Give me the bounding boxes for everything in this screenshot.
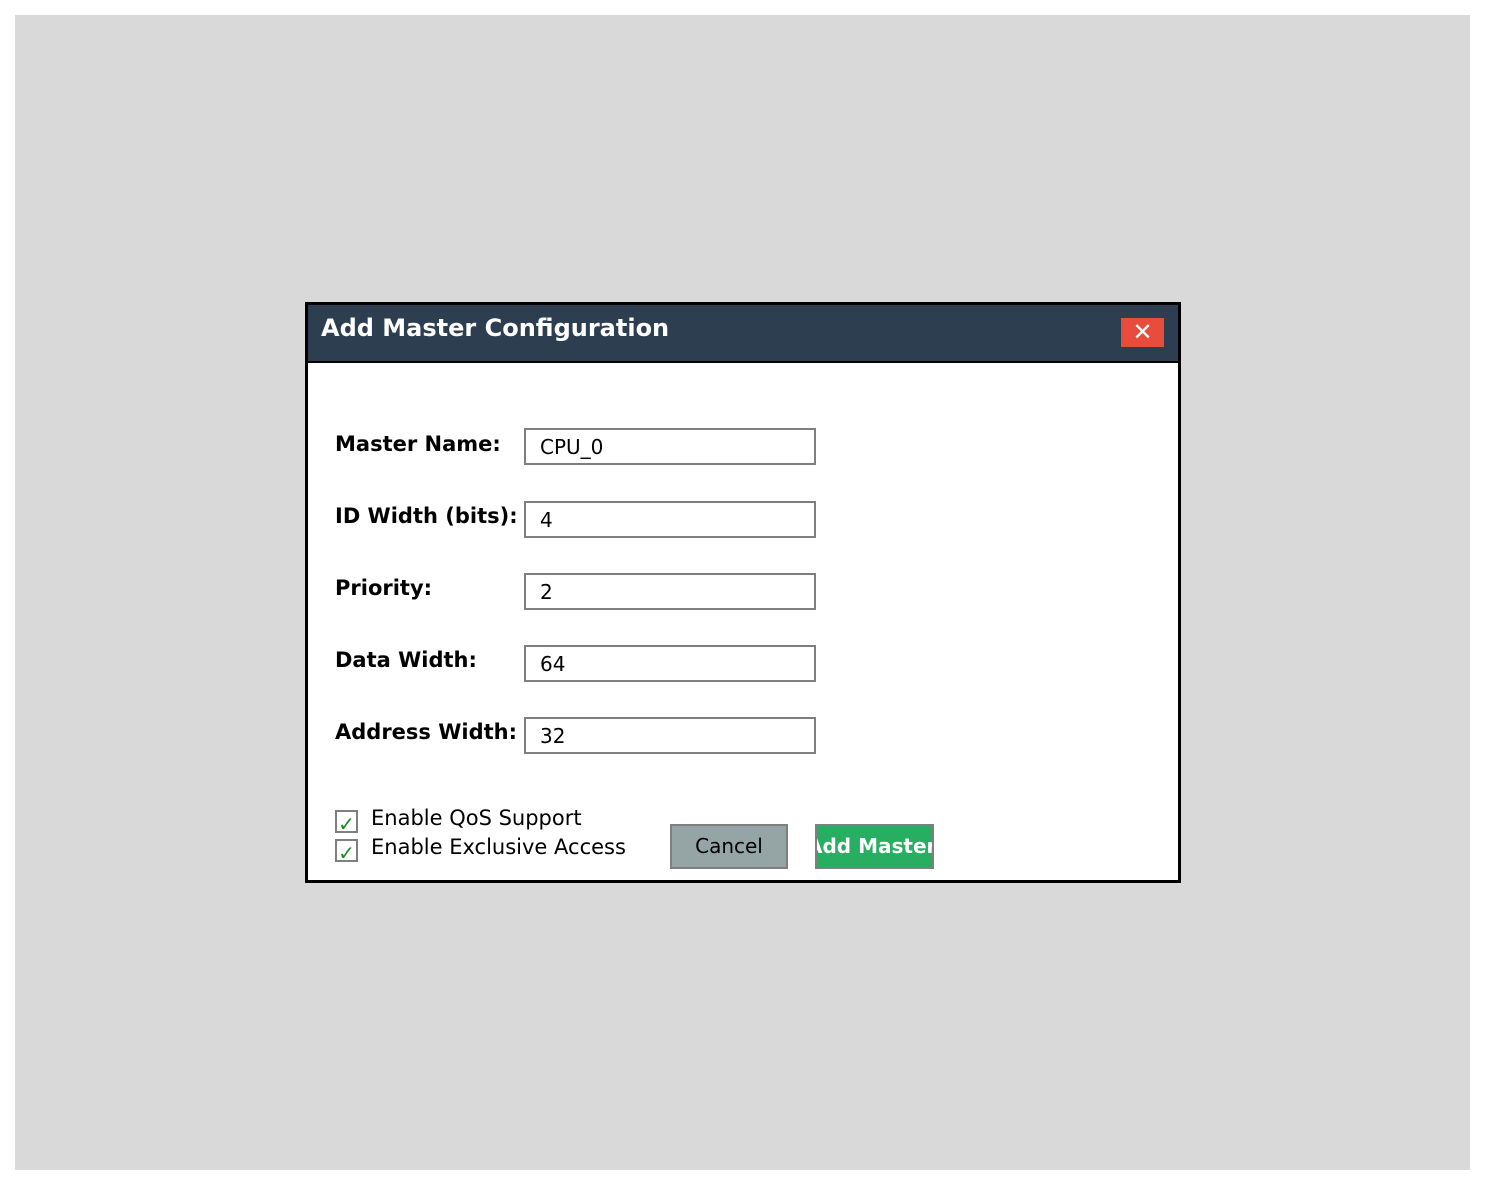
data-width-input[interactable] bbox=[524, 645, 816, 682]
priority-label: Priority: bbox=[335, 576, 433, 600]
enable-qos-checkbox[interactable]: ✓ bbox=[335, 810, 358, 836]
enable-qos-label: Enable QoS Support bbox=[371, 806, 582, 830]
address-width-input[interactable] bbox=[524, 717, 816, 754]
master-name-input[interactable] bbox=[524, 428, 816, 465]
checkmark-icon: ✓ bbox=[338, 812, 355, 836]
add-master-dialog: Add Master Configuration ✕ Master Name: … bbox=[305, 302, 1181, 883]
id-width-input[interactable] bbox=[524, 501, 816, 538]
close-button[interactable]: ✕ bbox=[1121, 318, 1164, 347]
enable-exclusive-access-label: Enable Exclusive Access bbox=[371, 835, 626, 859]
dialog-title-bar: Add Master Configuration ✕ bbox=[308, 305, 1178, 363]
checkmark-icon: ✓ bbox=[338, 841, 355, 865]
data-width-label: Data Width: bbox=[335, 648, 477, 672]
id-width-label: ID Width (bits): bbox=[335, 504, 518, 528]
add-master-button[interactable]: Add Master bbox=[815, 824, 934, 869]
dialog-title: Add Master Configuration bbox=[321, 314, 670, 342]
add-master-label: Add Master bbox=[815, 834, 934, 858]
address-width-label: Address Width: bbox=[335, 720, 518, 744]
cancel-button[interactable]: Cancel bbox=[670, 824, 788, 869]
priority-input[interactable] bbox=[524, 573, 816, 610]
enable-exclusive-access-checkbox[interactable]: ✓ bbox=[335, 839, 358, 865]
master-name-label: Master Name: bbox=[335, 432, 501, 456]
close-icon: ✕ bbox=[1132, 318, 1153, 346]
